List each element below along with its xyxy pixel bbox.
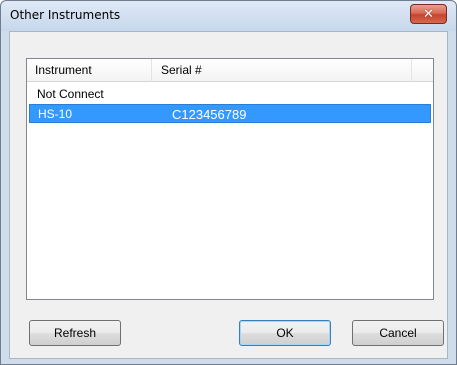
dialog-client-area: Instrument Serial # Not Connect HS-10 C1… — [9, 31, 448, 359]
list-header: Instrument Serial # — [27, 59, 433, 82]
dialog-window: Other Instruments ✕ Instrument Serial # … — [0, 0, 457, 365]
list-item-instrument: Not Connect — [37, 87, 104, 101]
cancel-button[interactable]: Cancel — [352, 320, 444, 346]
column-header-serial[interactable]: Serial # — [152, 59, 412, 82]
list-item-selected[interactable]: HS-10 C123456789 — [29, 104, 431, 123]
instrument-list[interactable]: Instrument Serial # Not Connect HS-10 C1… — [26, 58, 434, 300]
column-header-filler — [412, 59, 433, 82]
list-item[interactable]: Not Connect — [29, 85, 431, 104]
close-button[interactable]: ✕ — [410, 4, 447, 24]
refresh-button[interactable]: Refresh — [29, 320, 121, 346]
window-title: Other Instruments — [10, 8, 121, 22]
list-item-instrument: HS-10 — [38, 107, 73, 121]
title-bar[interactable]: Other Instruments ✕ — [1, 1, 456, 31]
column-header-instrument[interactable]: Instrument — [27, 59, 152, 82]
ok-button[interactable]: OK — [239, 320, 331, 346]
close-icon: ✕ — [423, 6, 434, 22]
list-item-serial: C123456789 — [172, 107, 247, 122]
